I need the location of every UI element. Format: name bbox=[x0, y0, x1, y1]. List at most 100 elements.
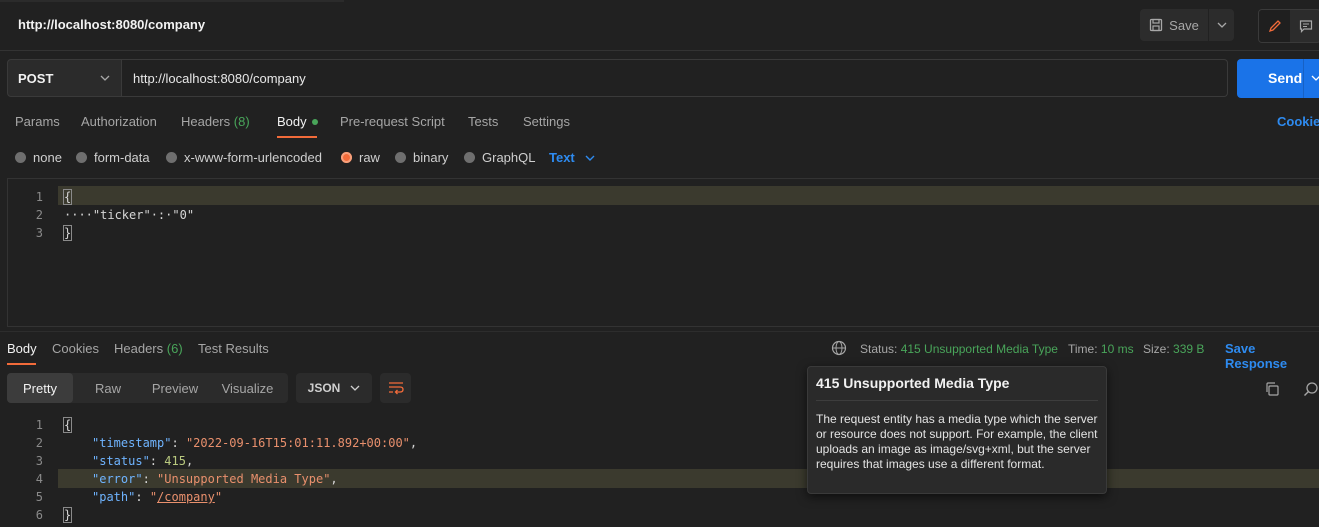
status-readout[interactable]: Status: 415 Unsupported Media Type bbox=[860, 342, 1058, 356]
code-line: } bbox=[62, 225, 73, 241]
request-title[interactable]: http://localhost:8080/company bbox=[18, 17, 205, 32]
code-text: { bbox=[62, 417, 73, 433]
chevron-down-icon bbox=[1217, 22, 1226, 28]
tab-prerequest-script[interactable]: Pre-request Script bbox=[340, 114, 445, 129]
send-button[interactable]: Send bbox=[1237, 59, 1319, 98]
radio-dot bbox=[76, 152, 87, 163]
raw-format-select[interactable]: Text bbox=[549, 150, 595, 165]
response-view-switcher: Pretty Raw Preview Visualize bbox=[7, 373, 288, 403]
method-label: POST bbox=[18, 71, 54, 86]
radio-label: raw bbox=[359, 150, 380, 165]
time-readout[interactable]: Time: 10 ms bbox=[1068, 342, 1134, 356]
status-tooltip: 415 Unsupported Media Type The request e… bbox=[807, 366, 1107, 494]
response-tab-headers-label: Headers bbox=[114, 341, 164, 356]
response-tab-body[interactable]: Body bbox=[7, 341, 37, 356]
chevron-down-icon bbox=[100, 75, 110, 81]
json-string: "Unsupported Media Type" bbox=[157, 472, 331, 486]
response-tab-cookies[interactable]: Cookies bbox=[52, 341, 99, 356]
code-line[interactable]: } bbox=[62, 507, 73, 523]
line-number: 2 bbox=[35, 436, 43, 450]
status-label: Status: bbox=[860, 342, 898, 356]
modified-dot bbox=[311, 118, 318, 125]
size-readout[interactable]: Size: 339 B bbox=[1143, 342, 1204, 356]
code-line[interactable]: "path": "/company" bbox=[92, 490, 222, 504]
comments-button[interactable] bbox=[1291, 10, 1319, 42]
json-key: "error" bbox=[92, 472, 143, 486]
time-label: Time: bbox=[1068, 342, 1098, 356]
search-icon[interactable] bbox=[1303, 381, 1319, 397]
code-line[interactable]: "status": 415, bbox=[92, 454, 193, 468]
radio-graphql[interactable]: GraphQL bbox=[464, 150, 535, 165]
tab-tests[interactable]: Tests bbox=[468, 114, 498, 129]
code-line[interactable]: { bbox=[62, 417, 73, 433]
save-button[interactable]: Save bbox=[1140, 9, 1208, 41]
tab-headers[interactable]: Headers (8) bbox=[181, 114, 250, 129]
url-input[interactable]: http://localhost:8080/company bbox=[122, 59, 1228, 97]
path-link[interactable]: /company bbox=[157, 490, 215, 504]
code-line[interactable]: "error": "Unsupported Media Type", bbox=[92, 472, 338, 486]
copy-icon[interactable] bbox=[1264, 381, 1280, 397]
chevron-down-icon[interactable] bbox=[1311, 74, 1319, 82]
chevron-down-icon bbox=[585, 155, 595, 161]
url-value: http://localhost:8080/company bbox=[133, 71, 306, 86]
tab-params[interactable]: Params bbox=[15, 114, 60, 129]
radio-dot bbox=[464, 152, 475, 163]
response-format-select[interactable]: JSON bbox=[296, 373, 372, 403]
line-number: 6 bbox=[35, 508, 43, 522]
tooltip-body: The request entity has a media type whic… bbox=[816, 412, 1098, 471]
pane-divider[interactable] bbox=[0, 331, 1319, 332]
radio-none[interactable]: none bbox=[15, 150, 62, 165]
json-number: 415 bbox=[164, 454, 186, 468]
edit-button[interactable] bbox=[1259, 10, 1290, 42]
size-value: 339 B bbox=[1173, 342, 1205, 356]
json-key: "timestamp" bbox=[92, 436, 172, 450]
divider bbox=[816, 400, 1098, 401]
title-tab-indicator bbox=[0, 0, 344, 2]
json-string: "/company" bbox=[150, 490, 222, 504]
radio-label: binary bbox=[413, 150, 449, 165]
radio-label: x-www-form-urlencoded bbox=[184, 150, 322, 165]
radio-raw[interactable]: raw bbox=[341, 150, 380, 165]
code-text: } bbox=[62, 507, 73, 523]
code-text: } bbox=[62, 225, 73, 241]
line-number: 2 bbox=[35, 208, 43, 222]
comment-icon bbox=[1299, 20, 1312, 33]
wrap-lines-button[interactable] bbox=[380, 373, 411, 403]
json-string: "2022-09-16T15:01:11.892+00:00" bbox=[185, 436, 410, 450]
view-raw[interactable]: Raw bbox=[73, 373, 143, 403]
wrap-lines-icon bbox=[388, 382, 404, 395]
response-tab-headers[interactable]: Headers (6) bbox=[114, 341, 183, 356]
code-line: ····"ticker"·:·"0" bbox=[64, 208, 195, 222]
save-response-button[interactable]: Save Response bbox=[1225, 341, 1319, 371]
line-number: 5 bbox=[35, 490, 43, 504]
radio-dot bbox=[15, 152, 26, 163]
radio-form-data[interactable]: form-data bbox=[76, 150, 150, 165]
radio-dot bbox=[166, 152, 177, 163]
radio-binary[interactable]: binary bbox=[395, 150, 448, 165]
save-options-button[interactable] bbox=[1209, 9, 1234, 41]
save-icon bbox=[1150, 18, 1163, 32]
globe-icon[interactable] bbox=[831, 340, 847, 356]
size-label: Size: bbox=[1143, 342, 1170, 356]
tab-body[interactable]: Body bbox=[277, 114, 318, 129]
cookies-link[interactable]: Cookies bbox=[1277, 114, 1319, 129]
code-line: { bbox=[62, 189, 73, 205]
line-number: 4 bbox=[35, 472, 43, 486]
line-number: 3 bbox=[35, 226, 43, 240]
code-line[interactable]: "timestamp": "2022-09-16T15:01:11.892+00… bbox=[92, 436, 417, 450]
method-select[interactable]: POST bbox=[7, 59, 122, 97]
radio-label: GraphQL bbox=[482, 150, 536, 165]
raw-format-label: Text bbox=[549, 150, 575, 165]
view-visualize[interactable]: Visualize bbox=[207, 373, 288, 403]
radio-label: none bbox=[33, 150, 62, 165]
tab-settings[interactable]: Settings bbox=[523, 114, 570, 129]
view-preview[interactable]: Preview bbox=[143, 373, 207, 403]
radio-dot bbox=[395, 152, 406, 163]
tab-authorization[interactable]: Authorization bbox=[81, 114, 157, 129]
view-pretty[interactable]: Pretty bbox=[7, 373, 73, 403]
pencil-icon bbox=[1268, 20, 1281, 33]
code-text: { bbox=[62, 189, 73, 205]
request-title-bar: http://localhost:8080/company Save bbox=[0, 0, 1319, 51]
response-tab-test-results[interactable]: Test Results bbox=[198, 341, 269, 356]
radio-x-www-form-urlencoded[interactable]: x-www-form-urlencoded bbox=[166, 150, 322, 165]
